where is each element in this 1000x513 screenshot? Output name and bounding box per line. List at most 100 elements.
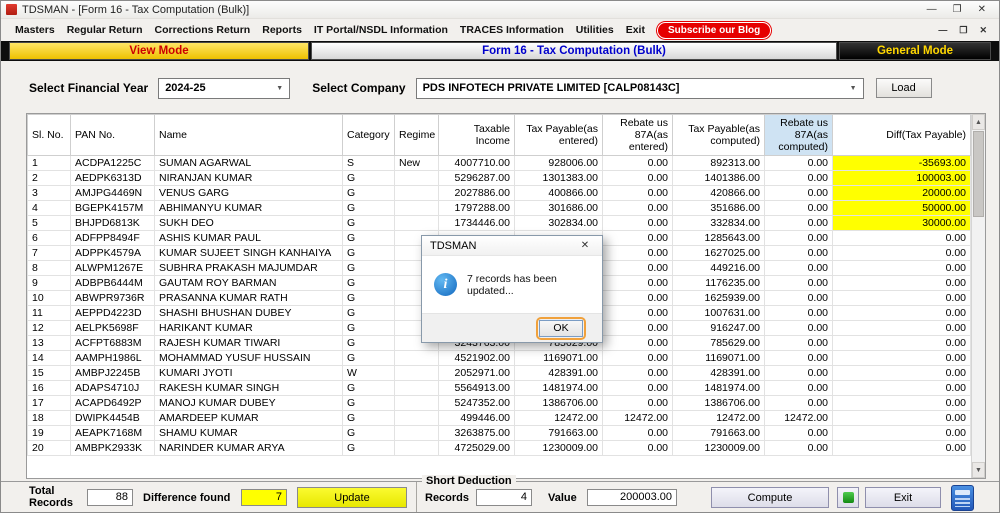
- cell-name: KUMAR SUJEET SINGH KANHAIYA: [155, 246, 343, 261]
- cell-tax_payable_entered: 302834.00: [515, 216, 603, 231]
- menu-item-corrections-return[interactable]: Corrections Return: [149, 22, 257, 38]
- mdi-close-icon[interactable]: ✕: [979, 25, 987, 36]
- table-row[interactable]: 15AMBPJ2245BKUMARI JYOTIW2052971.0042839…: [28, 366, 971, 381]
- menu-item-utilities[interactable]: Utilities: [570, 22, 620, 38]
- cell-sl: 19: [28, 426, 71, 441]
- cell-sl: 5: [28, 216, 71, 231]
- compute-button[interactable]: Compute: [711, 487, 829, 508]
- menu-item-exit[interactable]: Exit: [620, 22, 651, 38]
- cell-tax_payable_computed: 12472.00: [673, 411, 765, 426]
- scrollbar-track[interactable]: [972, 218, 985, 462]
- company-value: PDS INFOTECH PRIVATE LIMITED [CALP08143C…: [423, 82, 680, 94]
- dialog-message: 7 records has been updated...: [467, 273, 590, 297]
- cell-taxable_income: 4007710.00: [439, 156, 515, 171]
- cell-tax_payable_computed: 1481974.00: [673, 381, 765, 396]
- dialog-close-icon[interactable]: ✕: [576, 240, 594, 251]
- title-bar[interactable]: TDSMAN - [Form 16 - Tax Computation (Bul…: [1, 1, 999, 19]
- cell-diff: 100003.00: [833, 171, 971, 186]
- mdi-minimize-icon[interactable]: —: [938, 25, 947, 36]
- cell-tax_payable_entered: 400866.00: [515, 186, 603, 201]
- dialog-title-bar[interactable]: TDSMAN ✕: [422, 236, 602, 256]
- cell-diff: 0.00: [833, 411, 971, 426]
- table-row[interactable]: 17ACAPD6492PMANOJ KUMAR DUBEYG5247352.00…: [28, 396, 971, 411]
- minimize-icon[interactable]: —: [927, 4, 937, 15]
- table-row[interactable]: 20AMBPK2933KNARINDER KUMAR ARYAG4725029.…: [28, 441, 971, 456]
- cell-pan: ALWPM1267E: [71, 261, 155, 276]
- cell-sl: 18: [28, 411, 71, 426]
- menu-item-masters[interactable]: Masters: [9, 22, 61, 38]
- cell-taxable_income: 5296287.00: [439, 171, 515, 186]
- cell-rebate_87a_computed: 12472.00: [765, 411, 833, 426]
- cell-tax_payable_computed: 785629.00: [673, 336, 765, 351]
- scroll-down-icon[interactable]: ▼: [972, 462, 985, 478]
- cell-diff: 0.00: [833, 291, 971, 306]
- cell-taxable_income: 5564913.00: [439, 381, 515, 396]
- cell-taxable_income: 1797288.00: [439, 201, 515, 216]
- table-row[interactable]: 2AEDPK6313DNIRANJAN KUMARG5296287.001301…: [28, 171, 971, 186]
- cell-sl: 6: [28, 231, 71, 246]
- cell-name: HARIKANT KUMAR: [155, 321, 343, 336]
- general-mode-button[interactable]: General Mode: [839, 42, 991, 60]
- menu-item-it-portal-nsdl-information[interactable]: IT Portal/NSDL Information: [308, 22, 454, 38]
- cell-category: G: [343, 291, 395, 306]
- cell-taxable_income: 4521902.00: [439, 351, 515, 366]
- column-header-regime: Regime: [395, 115, 439, 156]
- cell-rebate_87a_computed: 0.00: [765, 156, 833, 171]
- load-button[interactable]: Load: [876, 78, 932, 98]
- short-deduction-value: 200003.00: [587, 489, 677, 506]
- window-title: TDSMAN - [Form 16 - Tax Computation (Bul…: [22, 4, 249, 16]
- cell-sl: 3: [28, 186, 71, 201]
- cell-rebate_87a_entered: 0.00: [603, 231, 673, 246]
- mdi-restore-icon[interactable]: ❐: [959, 25, 967, 36]
- ok-button[interactable]: OK: [539, 320, 583, 337]
- table-row[interactable]: 4BGEPK4157MABHIMANYU KUMARG1797288.00301…: [28, 201, 971, 216]
- cell-rebate_87a_computed: 0.00: [765, 441, 833, 456]
- table-row[interactable]: 1ACDPA1225CSUMAN AGARWALSNew4007710.0092…: [28, 156, 971, 171]
- table-row[interactable]: 19AEAPK7168MSHAMU KUMARG3263875.00791663…: [28, 426, 971, 441]
- subscribe-blog-link[interactable]: Subscribe our Blog: [657, 22, 771, 39]
- table-row[interactable]: 18DWIPK4454BAMARDEEP KUMARG499446.001247…: [28, 411, 971, 426]
- cell-tax_payable_computed: 791663.00: [673, 426, 765, 441]
- view-mode-button[interactable]: View Mode: [9, 42, 309, 60]
- cell-regime: [395, 171, 439, 186]
- cell-taxable_income: 2052971.00: [439, 366, 515, 381]
- ok-highlight-ring: OK: [536, 317, 586, 340]
- menu-bar: MastersRegular ReturnCorrections ReturnR…: [1, 19, 999, 41]
- cell-rebate_87a_computed: 0.00: [765, 306, 833, 321]
- cell-pan: ADPPK4579A: [71, 246, 155, 261]
- cell-pan: AEDPK6313D: [71, 171, 155, 186]
- table-row[interactable]: 3AMJPG4469NVENUS GARGG2027886.00400866.0…: [28, 186, 971, 201]
- cell-name: SUBHRA PRAKASH MAJUMDAR: [155, 261, 343, 276]
- calculator-icon[interactable]: [951, 485, 974, 511]
- vertical-scrollbar[interactable]: ▲ ▼: [971, 114, 985, 478]
- cell-category: W: [343, 366, 395, 381]
- message-dialog: TDSMAN ✕ i 7 records has been updated...…: [421, 235, 603, 343]
- short-deduction-value-label: Value: [548, 492, 577, 504]
- update-button[interactable]: Update: [297, 487, 407, 508]
- cell-regime: [395, 216, 439, 231]
- cell-rebate_87a_entered: 0.00: [603, 366, 673, 381]
- cell-rebate_87a_computed: 0.00: [765, 351, 833, 366]
- maximize-icon[interactable]: ❐: [953, 4, 962, 15]
- cell-name: SHASHI BHUSHAN DUBEY: [155, 306, 343, 321]
- close-icon[interactable]: ✕: [978, 4, 986, 15]
- menu-item-reports[interactable]: Reports: [256, 22, 308, 38]
- table-row[interactable]: 14AAMPH1986LMOHAMMAD YUSUF HUSSAING45219…: [28, 351, 971, 366]
- exit-button[interactable]: Exit: [865, 487, 941, 508]
- cell-rebate_87a_computed: 0.00: [765, 336, 833, 351]
- menu-item-regular-return[interactable]: Regular Return: [61, 22, 149, 38]
- dialog-title: TDSMAN: [430, 240, 476, 252]
- mode-bar: View Mode Form 16 - Tax Computation (Bul…: [1, 41, 999, 61]
- cell-name: ASHIS KUMAR PAUL: [155, 231, 343, 246]
- table-row[interactable]: 5BHJPD6813KSUKH DEOG1734446.00302834.000…: [28, 216, 971, 231]
- cell-regime: [395, 351, 439, 366]
- menu-item-traces-information[interactable]: TRACES Information: [454, 22, 570, 38]
- table-row[interactable]: 16ADAPS4710JRAKESH KUMAR SINGHG5564913.0…: [28, 381, 971, 396]
- cell-diff: 0.00: [833, 426, 971, 441]
- company-select[interactable]: PDS INFOTECH PRIVATE LIMITED [CALP08143C…: [416, 78, 864, 99]
- financial-year-select[interactable]: 2024-25 ▼: [158, 78, 290, 99]
- green-action-button[interactable]: [837, 487, 859, 508]
- scrollbar-thumb[interactable]: [973, 131, 984, 217]
- cell-pan: AEPPD4223D: [71, 306, 155, 321]
- scroll-up-icon[interactable]: ▲: [972, 114, 985, 130]
